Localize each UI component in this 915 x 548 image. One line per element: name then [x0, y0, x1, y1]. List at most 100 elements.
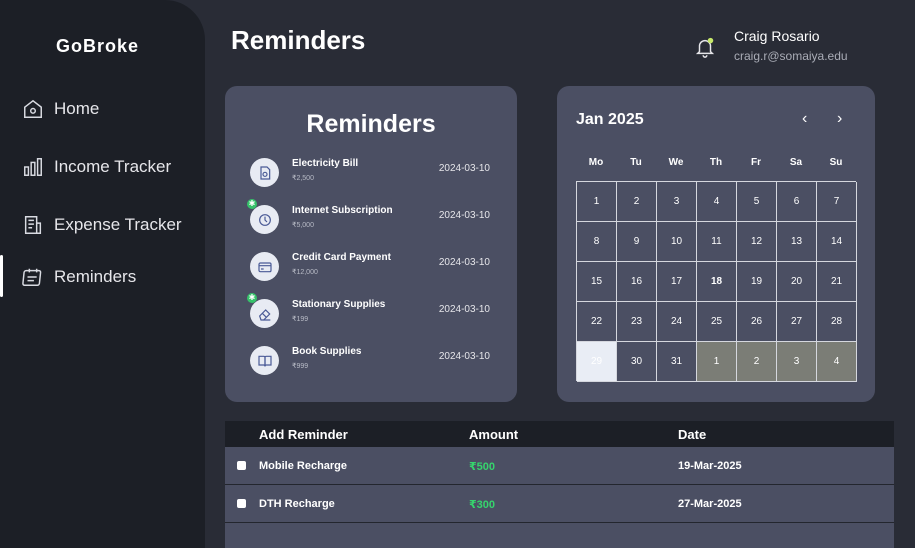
row-amount: ₹500 [469, 461, 496, 473]
calendar-day[interactable]: 10 [657, 222, 697, 262]
calendar-day[interactable]: 3 [657, 182, 697, 222]
sidebar-item-income-tracker[interactable]: Income Tracker [22, 151, 171, 183]
calendar-icon [22, 268, 42, 286]
reminder-item[interactable]: Credit Card Payment ₹12,000 2024-03-10 [250, 250, 500, 284]
row-date: 27-Mar-2025 [678, 498, 742, 510]
bulb-icon [250, 158, 279, 187]
home-icon [24, 99, 42, 118]
calendar-day[interactable]: 20 [777, 262, 817, 302]
calendar-day[interactable]: 29 [577, 342, 617, 382]
page-title: Reminders [231, 25, 366, 55]
calendar-day[interactable]: 4 [697, 182, 737, 222]
calendar-day[interactable]: 21 [817, 262, 857, 302]
calendar-day[interactable]: 8 [577, 222, 617, 262]
sidebar-item-label: Expense Tracker [54, 215, 182, 234]
reminder-name: Credit Card Payment [292, 252, 391, 263]
row-checkbox[interactable] [237, 499, 246, 508]
reminder-date: 2024-03-10 [438, 210, 490, 221]
calendar-day[interactable]: 1 [577, 182, 617, 222]
reminder-item[interactable]: Book Supplies ₹999 2024-03-10 [250, 344, 500, 378]
reminder-name: Internet Subscription [292, 205, 393, 216]
reminders-table: Add Reminder Amount Date Mobile Recharge… [225, 421, 894, 548]
reminder-name: Book Supplies [292, 346, 362, 357]
calendar-day[interactable]: 30 [617, 342, 657, 382]
clock-icon [250, 205, 279, 234]
sidebar-item-reminders[interactable]: Reminders [0, 255, 137, 297]
table-row[interactable]: DTH Recharge ₹300 27-Mar-2025 [225, 485, 894, 523]
sidebar: GoBroke Home Income Tracker Expense Trac… [0, 0, 205, 548]
calendar-day[interactable]: 3 [777, 342, 817, 382]
reminder-amount: ₹999 [292, 363, 309, 370]
table-header: Add Reminder Amount Date [225, 421, 894, 447]
user-name: Craig Rosario [734, 28, 820, 44]
reminders-card-title: Reminders [306, 110, 436, 138]
reminder-date: 2024-03-10 [438, 257, 490, 268]
new-badge: ✱ [247, 199, 257, 209]
calendar-day[interactable]: 2 [617, 182, 657, 222]
calendar-day[interactable]: 1 [697, 342, 737, 382]
calendar-day[interactable]: 17 [657, 262, 697, 302]
reminder-date: 2024-03-10 [438, 163, 490, 174]
bar-chart-icon [24, 158, 42, 176]
sidebar-item-expense-tracker[interactable]: Expense Tracker [22, 209, 182, 241]
weekday-label: Su [829, 157, 843, 168]
calendar-day[interactable]: 18 [697, 262, 737, 302]
row-date: 19-Mar-2025 [678, 460, 742, 472]
calendar-day[interactable]: 28 [817, 302, 857, 342]
calendar-day[interactable]: 12 [737, 222, 777, 262]
active-indicator [0, 255, 3, 297]
reminder-name: Electricity Bill [292, 158, 359, 169]
calendar-day[interactable]: 9 [617, 222, 657, 262]
brand-logo: GoBroke [55, 36, 140, 56]
book-icon [250, 346, 279, 375]
weekday-label: We [668, 157, 684, 168]
reminder-item[interactable]: ✱ Stationary Supplies ₹199 2024-03-10 [247, 293, 500, 331]
weekday-label: Mo [588, 157, 604, 168]
receipt-icon [24, 216, 42, 234]
calendar-day[interactable]: 5 [737, 182, 777, 222]
calendar-day[interactable]: 7 [817, 182, 857, 222]
calendar-day[interactable]: 4 [817, 342, 857, 382]
chevron-left-icon[interactable]: ‹ [802, 110, 807, 128]
reminder-amount: ₹5,000 [292, 222, 314, 229]
calendar-day[interactable]: 24 [657, 302, 697, 342]
row-name: Mobile Recharge [259, 460, 348, 472]
calendar-day[interactable]: 31 [657, 342, 697, 382]
calendar-day[interactable]: 11 [697, 222, 737, 262]
reminder-date: 2024-03-10 [438, 304, 490, 315]
reminder-item[interactable]: ✱ Internet Subscription ₹5,000 2024-03-1… [247, 199, 500, 237]
column-header-add-reminder[interactable]: Add Reminder [259, 427, 348, 442]
calendar-day[interactable]: 14 [817, 222, 857, 262]
calendar-day[interactable]: 2 [737, 342, 777, 382]
eraser-icon [250, 299, 279, 328]
table-row[interactable]: Mobile Recharge ₹500 19-Mar-2025 [225, 447, 894, 485]
reminders-card: Reminders Electricity Bill ₹2,500 2024-0… [225, 86, 517, 402]
sidebar-item-home[interactable]: Home [22, 93, 99, 125]
calendar-day[interactable]: 22 [577, 302, 617, 342]
calendar-day[interactable]: 19 [737, 262, 777, 302]
row-checkbox[interactable] [237, 461, 246, 470]
weekday-label: Tu [630, 157, 642, 168]
calendar-day[interactable]: 23 [617, 302, 657, 342]
calendar-day[interactable]: 27 [777, 302, 817, 342]
calendar-day[interactable]: 25 [697, 302, 737, 342]
sidebar-item-label: Reminders [54, 267, 137, 286]
calendar-day[interactable]: 15 [577, 262, 617, 302]
chevron-right-icon[interactable]: › [837, 110, 842, 128]
reminder-item[interactable]: Electricity Bill ₹2,500 2024-03-10 [250, 156, 500, 190]
weekday-label: Sa [789, 157, 803, 168]
calendar-month-title: Jan 2025 [576, 111, 644, 128]
bell-icon[interactable] [694, 36, 716, 58]
calendar-day[interactable]: 16 [617, 262, 657, 302]
reminder-date: 2024-03-10 [438, 351, 490, 362]
calendar-day[interactable]: 13 [777, 222, 817, 262]
reminder-amount: ₹2,500 [292, 175, 314, 182]
calendar-day[interactable]: 26 [737, 302, 777, 342]
row-amount: ₹300 [469, 499, 496, 511]
column-header-amount: Amount [469, 427, 519, 442]
row-name: DTH Recharge [259, 498, 335, 510]
calendar-day[interactable]: 6 [777, 182, 817, 222]
reminder-amount: ₹199 [292, 316, 309, 323]
user-profile[interactable]: Craig Rosario craig.r@somaiya.edu [694, 28, 848, 63]
weekday-label: Th [709, 157, 723, 168]
